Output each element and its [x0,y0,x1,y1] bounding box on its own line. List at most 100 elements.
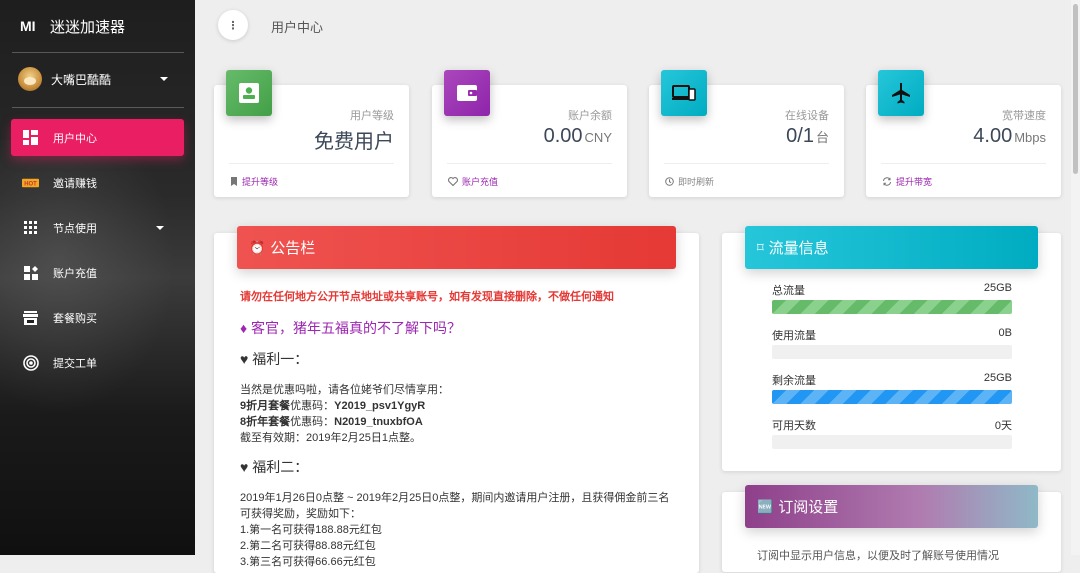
svg-text:HOT: HOT [24,181,37,187]
welfare-one-heading: ♥ 福利一： [240,351,309,367]
stat-value: 0.00 CNY [543,125,612,147]
stat-value: 免费用户 [314,131,394,153]
welfare-two-text: 2019年1月26日0点整 ~ 2019年2月25日0点整，期间内邀请用户注册，… [240,492,670,520]
reward-third: 3.第三名可获得66.66元红包 [240,556,376,568]
sidebar-item-user-center[interactable]: 用户中心 [11,119,184,156]
upgrade-level-link[interactable]: 提升等级 [230,175,278,188]
traffic-remaining: 剩余流量 25GB [772,372,1012,404]
user-name: 大嘴巴酷酷 [51,72,112,87]
stat-category: 在线设备 [785,110,829,122]
reward-second: 2.第二名可获得88.88元红包 [240,540,376,552]
brand-mini: MI [20,18,36,34]
progress-bar [772,345,1012,359]
coupon-monthly: 9折月套餐优惠码：Y2019_psv1YgyR [240,400,426,412]
announcement-headline: ♦ 客官，猪年五福真的不了解下吗？ [240,320,462,336]
announcement-body: 请勿在任何地方公开节点地址或共享账号，如有发现直接删除，不做任何通知 ♦ 客官，… [240,288,680,570]
alarm-icon: ⏰ [249,239,266,255]
traffic-value: 0B [998,327,1012,339]
traffic-label: 剩余流量 [772,375,816,387]
brand-name: 迷迷加速器 [50,18,126,36]
announcement-warning: 请勿在任何地方公开节点地址或共享账号，如有发现直接删除，不做任何通知 [240,291,614,303]
sidebar-item-ticket[interactable]: 提交工单 [11,344,184,381]
stat-value: 4.00 Mbps [973,125,1046,147]
top-bar: ⋮ 用户中心 [195,0,1080,52]
stat-category: 账户余额 [568,110,612,122]
progress-fill [772,390,1012,404]
traffic-value: 0天 [994,420,1012,432]
stat-footer-label: 即时刷新 [678,177,715,187]
sidebar-item-shop[interactable]: 套餐购买 [11,299,184,336]
hot-icon: HOT [22,174,39,191]
sidebar-item-label: 用户中心 [53,132,97,145]
stat-category: 用户等级 [350,110,394,122]
stat-footer-label: 提升带宽 [896,177,933,187]
coupon-expiry: 截至有效期：2019年2月25日1点整。 [240,432,421,444]
traffic-title: 流量信息 [768,240,829,257]
upgrade-bandwidth-link[interactable]: 提升带宽 [882,175,932,188]
recharge-link[interactable]: 账户充值 [448,175,498,188]
sidebar-item-recharge[interactable]: 账户充值 [11,254,184,291]
stat-card-level: 用户等级 免费用户 提升等级 [214,70,409,197]
progress-bar [772,390,1012,404]
subscription-header: 🆕 订阅设置 [745,485,1038,528]
scrollbar[interactable] [1071,0,1080,555]
sidebar-item-invite[interactable]: HOT 邀请赚钱 [11,164,184,201]
reward-first: 1.第一名可获得188.88元红包 [240,524,382,536]
bookmark-icon: ⌑ [757,239,764,255]
user-menu[interactable]: 大嘴巴酷酷 [18,67,168,91]
scrollbar-thumb[interactable] [1073,4,1078,174]
progress-bar [772,300,1012,314]
brand-logo[interactable]: MI 迷迷加速器 [20,16,125,36]
sidebar-item-label: 账户充值 [53,267,97,280]
chevron-down-icon [156,225,164,230]
announcement-header: ⏰ 公告栏 [237,226,676,269]
target-icon [22,354,39,371]
stat-category: 宽带速度 [1002,110,1046,122]
chevron-down-icon [160,77,168,81]
stat-card-devices: 在线设备 0/1 台 即时刷新 [649,70,844,197]
traffic-header: ⌑ 流量信息 [745,226,1038,269]
traffic-total: 总流量 25GB [772,282,1012,314]
avatar [18,67,42,91]
divider [12,107,184,108]
divider [447,163,612,164]
devices-icon [661,70,707,116]
divider [664,163,829,164]
grid-icon [22,219,39,236]
clock-icon [665,177,674,186]
page-title: 用户中心 [271,20,324,35]
refresh-link[interactable]: 即时刷新 [665,175,714,188]
subscription-title: 订阅设置 [778,499,839,516]
more-vert-icon[interactable]: ⋮ [218,10,248,40]
progress-fill [772,300,1012,314]
sidebar-item-label: 节点使用 [53,222,97,235]
contact-card-icon [226,70,272,116]
widgets-icon [22,264,39,281]
store-icon [22,309,39,326]
sidebar-item-nodes[interactable]: 节点使用 [11,209,184,246]
announcement-title: 公告栏 [270,240,316,257]
heart-icon [448,177,458,186]
traffic-label: 总流量 [772,285,805,297]
airplane-icon [878,70,924,116]
bookmark-icon [231,177,237,186]
traffic-label: 使用流量 [772,330,816,342]
stat-card-bandwidth: 宽带速度 4.00 Mbps 提升带宽 [866,70,1061,197]
stat-card-balance: 账户余额 0.00 CNY 账户充值 [432,70,627,197]
traffic-used: 使用流量 0B [772,327,1012,359]
stat-footer-label: 提升等级 [242,177,279,187]
subscription-description: 订阅中显示用户信息，以便及时了解账号使用情况 [757,550,999,562]
traffic-value: 25GB [983,282,1012,294]
progress-bar [772,435,1012,449]
divider [12,52,184,53]
sidebar: MI 迷迷加速器 大嘴巴酷酷 用户中心 HOT 邀请赚钱 节点使用 账户充值 套… [0,0,195,555]
divider [229,163,394,164]
sidebar-item-label: 邀请赚钱 [53,177,97,190]
stat-footer-label: 账户充值 [462,177,499,187]
welfare-one-intro: 当然是优惠吗啦，请各位姥爷们尽情享用： [240,384,449,396]
wallet-icon [444,70,490,116]
sync-icon [883,177,891,186]
dashboard-icon [22,129,39,146]
coupon-yearly: 8折年套餐优惠码：N2019_tnuxbfOA [240,416,423,428]
sidebar-item-label: 套餐购买 [53,312,97,325]
